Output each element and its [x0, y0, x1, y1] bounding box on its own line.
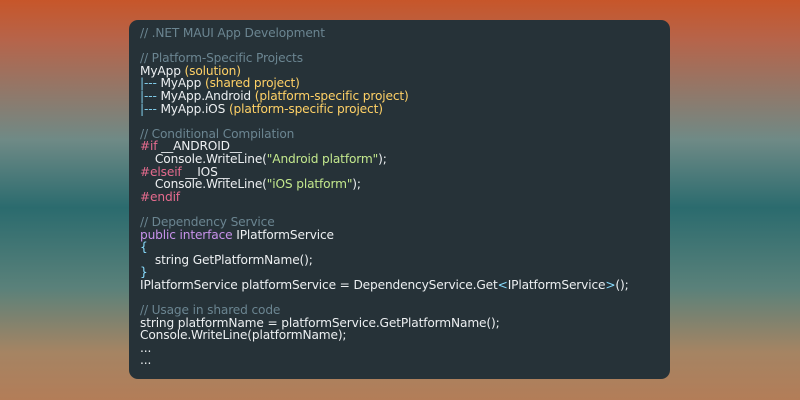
code-line: public interface IPlatformService: [140, 227, 670, 242]
title-comment: // .NET MAUI App Development: [140, 26, 325, 40]
assignment-lhs: IPlatformService platformService = Depen…: [140, 277, 498, 292]
string-literal: "iOS platform": [266, 177, 353, 192]
console-args: (platformName);: [247, 328, 347, 343]
keyword-interface: interface: [179, 227, 233, 242]
generic-close: >: [605, 277, 616, 292]
assignment-end: ();: [615, 277, 629, 292]
ellipsis: ...: [140, 353, 152, 368]
string-literal: "Android platform": [266, 151, 379, 166]
console-call: Console.WriteLine: [140, 328, 248, 343]
code-line: Console.WriteLine(platformName);: [140, 329, 670, 342]
interface-name: IPlatformService: [236, 227, 334, 242]
method-parens: ();: [299, 252, 313, 267]
generic-open: <: [497, 277, 508, 292]
generic-type: IPlatformService: [507, 277, 606, 292]
method-signature: string GetPlatformName: [154, 252, 300, 267]
code-line: string GetPlatformName();: [140, 252, 670, 267]
code-line: IPlatformService platformService = Depen…: [140, 279, 670, 292]
code-line: #endif: [140, 189, 670, 204]
code-line: |--- MyApp.iOS (platform-specific projec…: [140, 101, 670, 116]
call-end: );: [378, 151, 387, 166]
endif-directive: #endif: [140, 189, 180, 204]
project-note: (platform-specific project): [228, 101, 383, 116]
code-line: Console.WriteLine("iOS platform");: [140, 178, 670, 191]
code-line: // .NET MAUI App Development: [140, 27, 670, 40]
usage-line-end: ();: [486, 315, 500, 330]
code-line: ...: [140, 342, 670, 355]
code-panel: // .NET MAUI App Development // Platform…: [129, 20, 670, 379]
open-brace: {: [140, 240, 148, 255]
project-name: MyApp.iOS: [160, 101, 226, 116]
code-line: ...: [140, 354, 670, 367]
call-end: );: [352, 177, 361, 192]
tree-prefix: |---: [140, 101, 161, 116]
